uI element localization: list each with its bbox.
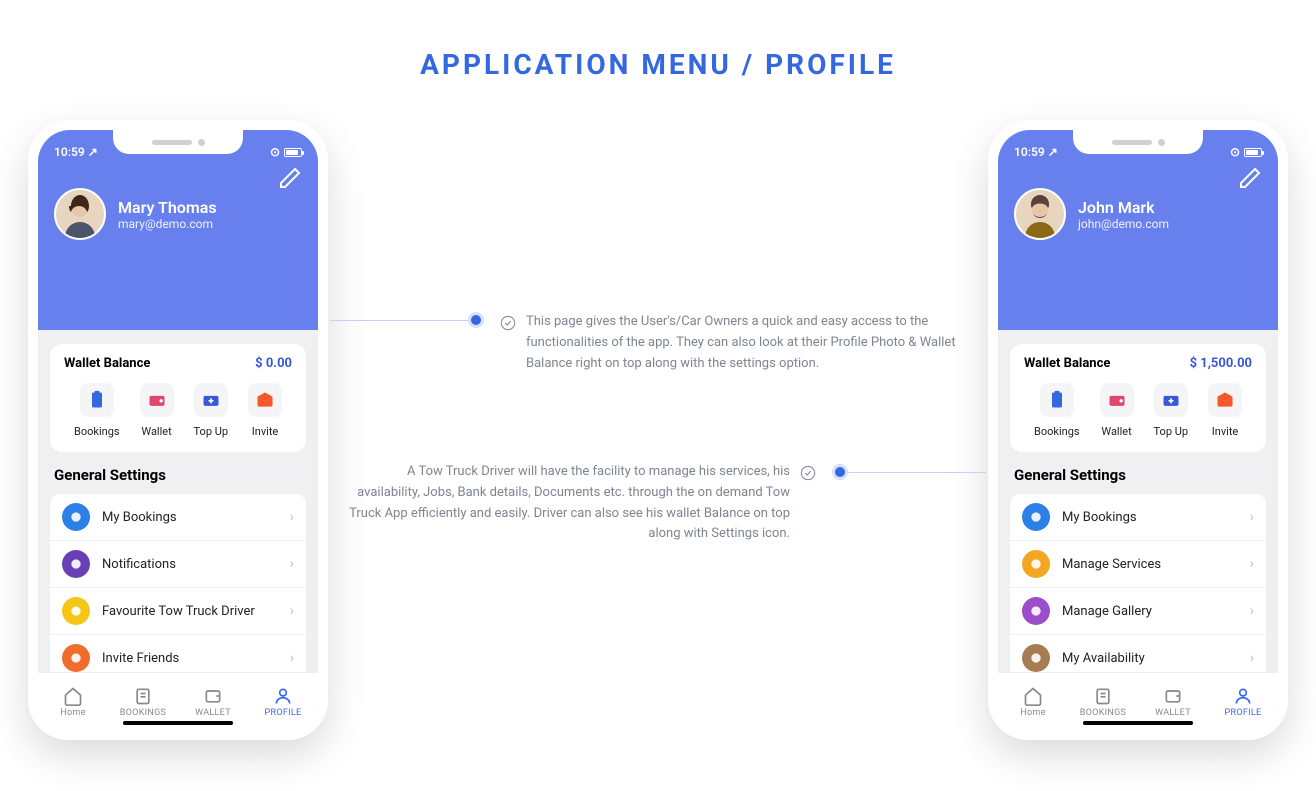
nav-label: Home	[60, 708, 85, 718]
home-indicator	[1083, 721, 1193, 725]
nav-profile[interactable]: PROFILE	[1208, 673, 1278, 730]
chevron-right-icon: ›	[290, 509, 294, 525]
section-title: General Settings	[50, 452, 306, 494]
home-indicator	[123, 721, 233, 725]
battery-icon	[1244, 148, 1262, 157]
wallet-balance: $ 0.00	[255, 356, 292, 371]
page-title: APPLICATION MENU / PROFILE	[0, 0, 1316, 81]
chevron-right-icon: ›	[290, 556, 294, 572]
setting-label: Manage Services	[1062, 557, 1250, 572]
qa-invite[interactable]: Invite	[248, 383, 282, 438]
wifi-icon: ⊙	[270, 145, 280, 159]
phone-driver: 10:59 ↗ ⊙ John Mark john@demo.com Wallet…	[988, 120, 1288, 740]
description-user: This page gives the User's/Car Owners a …	[500, 312, 970, 374]
nav-label: BOOKINGS	[120, 708, 166, 718]
setting-label: My Bookings	[102, 510, 290, 525]
clipboard-icon	[87, 390, 107, 410]
description-driver: A Tow Truck Driver will have the facilit…	[346, 462, 816, 545]
qa-wallet[interactable]: Wallet	[140, 383, 174, 438]
nav-label: WALLET	[1155, 708, 1191, 718]
profile-email: john@demo.com	[1078, 217, 1169, 231]
wallet-icon	[1107, 390, 1127, 410]
setting-label: Manage Gallery	[1062, 604, 1250, 619]
connector-dot	[468, 312, 484, 328]
nav-home[interactable]: Home	[38, 673, 108, 730]
qa-wallet[interactable]: Wallet	[1100, 383, 1134, 438]
qa-invite[interactable]: Invite	[1208, 383, 1242, 438]
wifi-icon: ⊙	[1230, 145, 1240, 159]
section-title: General Settings	[1010, 452, 1266, 494]
battery-icon	[284, 148, 302, 157]
chevron-right-icon: ›	[1250, 509, 1254, 525]
nav-home[interactable]: Home	[998, 673, 1068, 730]
nav-label: PROFILE	[1225, 708, 1262, 718]
setting-icon	[1022, 597, 1050, 625]
setting-label: Invite Friends	[102, 651, 290, 666]
nav-label: BOOKINGS	[1080, 708, 1126, 718]
setting-item[interactable]: Notifications›	[50, 541, 306, 588]
chevron-right-icon: ›	[290, 603, 294, 619]
profile-email: mary@demo.com	[118, 217, 217, 231]
edit-profile-button[interactable]	[1238, 166, 1262, 190]
profile-name: John Mark	[1078, 198, 1169, 217]
invite-icon	[1215, 390, 1235, 410]
phone-notch	[1073, 130, 1203, 154]
chevron-right-icon: ›	[290, 650, 294, 666]
setting-icon	[1022, 503, 1050, 531]
wallet-icon	[147, 390, 167, 410]
invite-icon	[255, 390, 275, 410]
nav-label: Home	[1020, 708, 1045, 718]
wallet-label: Wallet Balance	[1024, 356, 1110, 371]
avatar[interactable]	[54, 188, 106, 240]
chevron-right-icon: ›	[1250, 556, 1254, 572]
setting-icon	[62, 644, 90, 672]
setting-icon	[1022, 550, 1050, 578]
connector-line	[846, 472, 986, 473]
avatar[interactable]	[1014, 188, 1066, 240]
setting-icon	[62, 503, 90, 531]
setting-label: Favourite Tow Truck Driver	[102, 604, 290, 619]
profile-header: 10:59 ↗ ⊙ Mary Thomas mary@demo.com	[38, 130, 318, 330]
check-icon	[500, 315, 516, 331]
setting-item[interactable]: My Bookings›	[1010, 494, 1266, 541]
setting-label: My Bookings	[1062, 510, 1250, 525]
qa-topup[interactable]: Top Up	[194, 383, 229, 438]
profile-name: Mary Thomas	[118, 198, 217, 217]
setting-icon	[62, 597, 90, 625]
setting-icon	[62, 550, 90, 578]
setting-item[interactable]: Favourite Tow Truck Driver›	[50, 588, 306, 635]
qa-bookings[interactable]: Bookings	[74, 383, 120, 438]
clipboard-icon	[1047, 390, 1067, 410]
wallet-label: Wallet Balance	[64, 356, 150, 371]
nav-label: WALLET	[195, 708, 231, 718]
edit-profile-button[interactable]	[278, 166, 302, 190]
phone-notch	[113, 130, 243, 154]
chevron-right-icon: ›	[1250, 603, 1254, 619]
wallet-balance: $ 1,500.00	[1190, 356, 1252, 371]
wallet-card: Wallet Balance $ 1,500.00 Bookings Walle…	[1010, 344, 1266, 452]
setting-item[interactable]: Manage Services›	[1010, 541, 1266, 588]
wallet-card: Wallet Balance $ 0.00 Bookings Wallet To…	[50, 344, 306, 452]
setting-icon	[1022, 644, 1050, 672]
topup-icon	[1161, 390, 1181, 410]
qa-bookings[interactable]: Bookings	[1034, 383, 1080, 438]
setting-label: My Availability	[1062, 651, 1250, 666]
check-icon	[800, 465, 816, 481]
setting-item[interactable]: My Bookings›	[50, 494, 306, 541]
connector-dot	[832, 464, 848, 480]
nav-label: PROFILE	[265, 708, 302, 718]
setting-label: Notifications	[102, 557, 290, 572]
connector-line	[330, 320, 470, 321]
nav-profile[interactable]: PROFILE	[248, 673, 318, 730]
topup-icon	[201, 390, 221, 410]
profile-header: 10:59 ↗ ⊙ John Mark john@demo.com	[998, 130, 1278, 330]
qa-topup[interactable]: Top Up	[1154, 383, 1189, 438]
phone-user: 10:59 ↗ ⊙ Mary Thomas mary@demo.com Wall…	[28, 120, 328, 740]
chevron-right-icon: ›	[1250, 650, 1254, 666]
setting-item[interactable]: Manage Gallery›	[1010, 588, 1266, 635]
